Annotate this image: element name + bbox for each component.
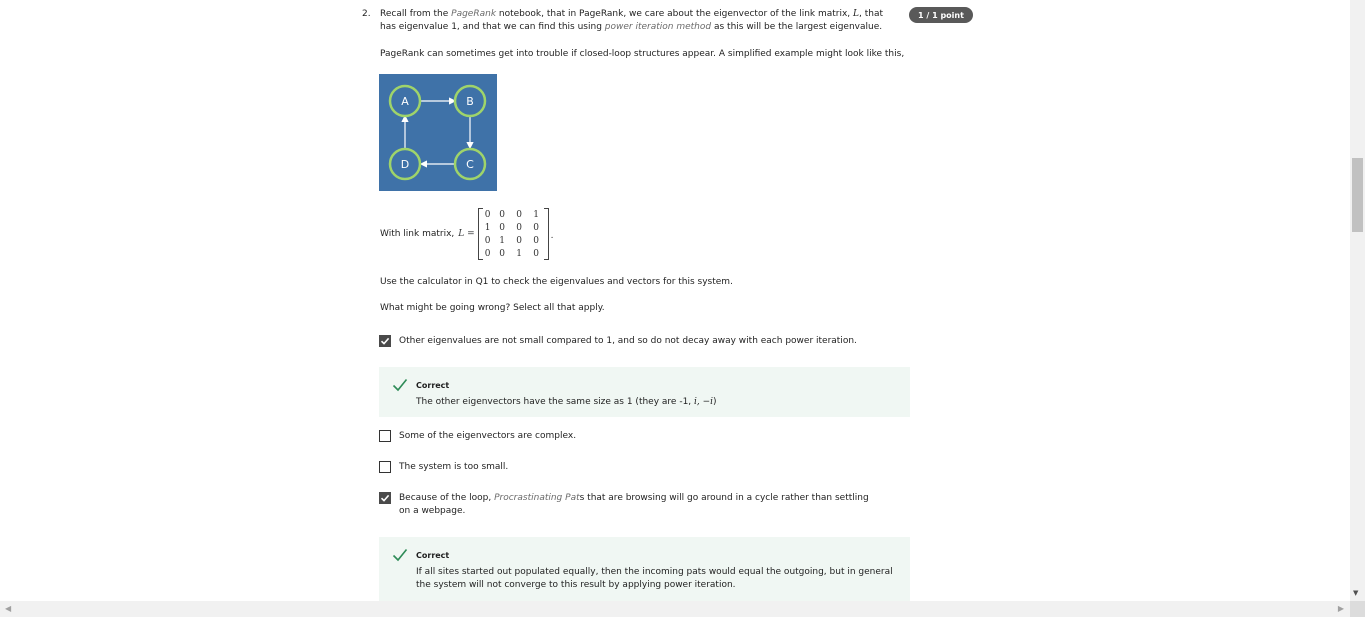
matrix-row: 0010 (484, 248, 540, 259)
node-d-label: D (401, 158, 409, 171)
correct-check-icon (392, 548, 408, 562)
page-viewport: 2. Recall from the PageRank notebook, th… (0, 0, 1350, 601)
feedback-correct: Correct If all sites started out populat… (379, 537, 910, 601)
feedback-correct: Correct The other eigenvectors have the … (379, 367, 910, 417)
option-label: Other eigenvalues are not small compared… (399, 336, 857, 346)
vertical-scroll-thumb[interactable] (1352, 158, 1363, 232)
horizontal-scrollbar[interactable]: ◀ ▶ (0, 601, 1350, 617)
answer-option-4[interactable]: Because of the loop, Procrastinating Pat… (379, 492, 879, 518)
matrix-row: 1000 (484, 222, 540, 233)
pagerank-notebook-link[interactable]: PageRank (451, 9, 496, 19)
option-label: Because of the loop, Procrastinating Pat… (399, 493, 869, 516)
feedback-text: The other eigenvectors have the same siz… (416, 397, 717, 407)
option-label: The system is too small. (399, 462, 509, 472)
answer-option-1[interactable]: Other eigenvalues are not small compared… (379, 335, 879, 348)
checkmark-icon (380, 494, 390, 502)
matrix-symbol: L = (458, 229, 475, 239)
feedback-text: If all sites started out populated equal… (416, 567, 893, 590)
question-paragraph: PageRank can sometimes get into trouble … (380, 49, 905, 59)
question-intro: Recall from the PageRank notebook, that … (380, 9, 884, 32)
node-a-label: A (401, 95, 409, 108)
calculator-instruction: Use the calculator in Q1 to check the ei… (380, 277, 733, 287)
checkbox-unchecked[interactable] (379, 461, 391, 473)
checkbox-checked[interactable] (379, 492, 391, 504)
answer-option-2[interactable]: Some of the eigenvectors are complex. (379, 430, 879, 443)
checkmark-icon (380, 337, 390, 345)
matrix-row: 0001 (484, 209, 540, 220)
scroll-right-arrow-icon[interactable]: ▶ (1338, 604, 1344, 613)
answer-option-3[interactable]: The system is too small. (379, 461, 879, 474)
node-b-label: B (466, 95, 474, 108)
scroll-left-arrow-icon[interactable]: ◀ (5, 604, 11, 613)
checkbox-unchecked[interactable] (379, 430, 391, 442)
feedback-title: Correct (416, 381, 450, 390)
checkbox-checked[interactable] (379, 335, 391, 347)
vertical-scrollbar[interactable]: ▼ (1350, 0, 1365, 601)
feedback-title: Correct (416, 551, 450, 560)
option-label: Some of the eigenvectors are complex. (399, 431, 577, 441)
correct-check-icon (392, 378, 408, 392)
question-number: 2. (362, 9, 371, 19)
matrix-row: 0100 (484, 235, 540, 246)
score-badge: 1 / 1 point (909, 7, 973, 23)
node-c-label: C (466, 158, 474, 171)
scrollbar-corner (1350, 601, 1365, 617)
link-matrix-statement: With link matrix, L = 0001 1000 0100 001… (380, 208, 554, 260)
link-matrix: 0001 1000 0100 0010 (477, 208, 549, 260)
scroll-down-arrow-icon[interactable]: ▼ (1353, 589, 1358, 597)
select-all-prompt: What might be going wrong? Select all th… (380, 303, 605, 313)
closed-loop-diagram: A B C D (379, 74, 497, 191)
